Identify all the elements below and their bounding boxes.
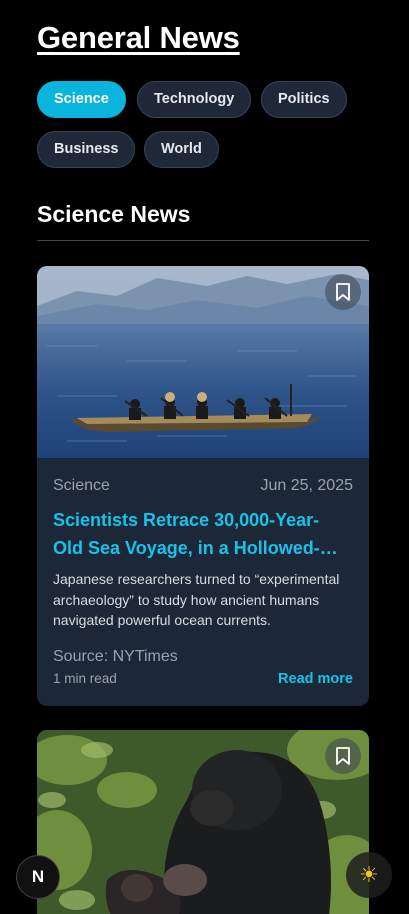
bookmark-icon <box>336 283 350 301</box>
category-chip-politics[interactable]: Politics <box>261 81 347 118</box>
category-chip-world[interactable]: World <box>144 131 219 168</box>
article-card[interactable]: Science Jun 25, 2025 Scientists Retrace … <box>37 266 369 706</box>
app-logo-button[interactable]: N <box>16 855 60 899</box>
theme-toggle-button[interactable]: ☀ <box>346 852 392 898</box>
article-category: Science <box>53 477 110 494</box>
canoe-sea-photo <box>37 266 369 458</box>
bookmark-icon <box>336 747 350 765</box>
article-image <box>37 266 369 458</box>
category-chip-technology[interactable]: Technology <box>137 81 252 118</box>
bonobo-photo <box>37 730 369 914</box>
bookmark-button[interactable] <box>325 738 361 774</box>
page-title: General News <box>37 20 240 55</box>
bookmark-button[interactable] <box>325 274 361 310</box>
article-headline[interactable]: Scientists Retrace 30,000-Year-Old Sea V… <box>53 506 345 562</box>
logo-letter: N <box>31 867 45 886</box>
category-chip-business[interactable]: Business <box>37 131 136 168</box>
article-card[interactable] <box>37 730 369 914</box>
article-image <box>37 730 369 914</box>
article-read-time: 1 min read <box>53 671 117 686</box>
section-divider <box>37 240 369 241</box>
category-chip-science[interactable]: Science <box>37 81 126 118</box>
page: General News Science Technology Politics… <box>0 0 409 914</box>
section-title: Science News <box>37 201 191 227</box>
read-more-link[interactable]: Read more <box>278 671 353 687</box>
sun-icon: ☀ <box>359 862 379 887</box>
article-date: Jun 25, 2025 <box>260 477 353 494</box>
article-meta: Science Jun 25, 2025 <box>53 477 353 495</box>
article-source: Source: NYTimes <box>53 648 178 665</box>
article-summary: Japanese researchers turned to “experime… <box>53 571 340 628</box>
